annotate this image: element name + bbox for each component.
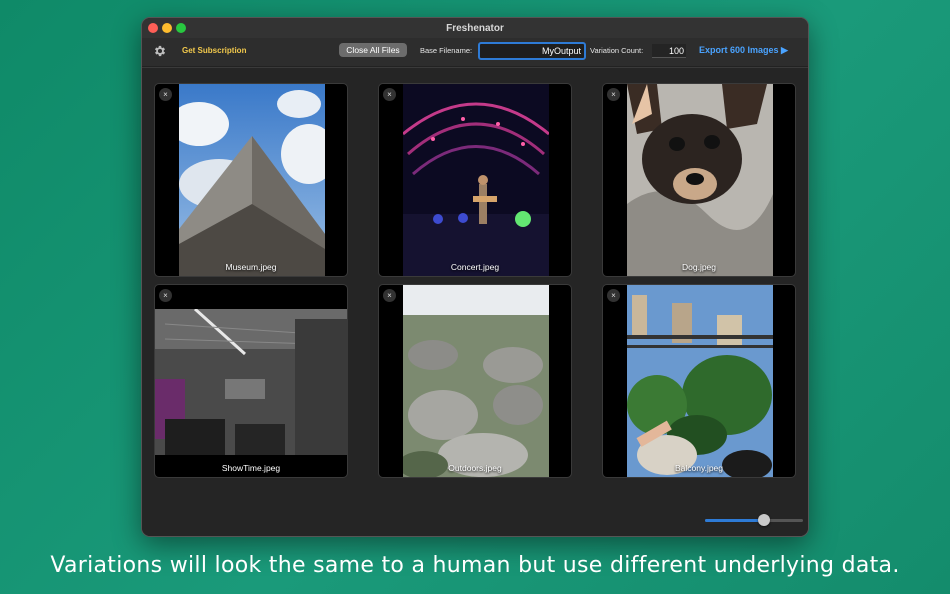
close-all-files-button[interactable]: Close All Files [339, 43, 407, 57]
image-card[interactable]: × Balcony.jpeg [602, 284, 796, 478]
window-title: Freshenator [446, 23, 504, 34]
app-window: Freshenator Get Subscription Close All F… [141, 17, 809, 537]
remove-file-button[interactable]: × [159, 289, 172, 302]
window-close-button[interactable] [148, 23, 158, 33]
window-zoom-button[interactable] [176, 23, 186, 33]
remove-file-button[interactable]: × [607, 289, 620, 302]
file-name-label: Dog.jpeg [681, 262, 717, 272]
image-thumbnail [403, 285, 549, 477]
toolbar: Get Subscription Close All Files Base Fi… [142, 38, 808, 67]
variation-count-label: Variation Count: [590, 46, 644, 55]
image-card[interactable]: × Concert.jpeg [378, 83, 572, 277]
get-subscription-link[interactable]: Get Subscription [182, 46, 246, 55]
window-minimize-button[interactable] [162, 23, 172, 33]
remove-file-button[interactable]: × [383, 289, 396, 302]
image-thumbnail [155, 309, 347, 455]
image-grid: × Museum.jpeg × Concert.jpeg × Dog.jpeg … [142, 67, 808, 536]
gear-icon[interactable] [153, 44, 167, 58]
file-name-label: Balcony.jpeg [674, 463, 724, 473]
zoom-slider[interactable] [705, 514, 803, 526]
remove-file-button[interactable]: × [607, 88, 620, 101]
marketing-caption: Variations will look the same to a human… [50, 553, 900, 578]
remove-file-button[interactable]: × [383, 88, 396, 101]
export-images-button[interactable]: Export 600 Images ▶ [699, 45, 788, 56]
file-name-label: Museum.jpeg [225, 262, 277, 272]
image-thumbnail [627, 285, 773, 477]
base-filename-input[interactable] [478, 42, 586, 60]
remove-file-button[interactable]: × [159, 88, 172, 101]
file-name-label: Outdoors.jpeg [448, 463, 502, 473]
variation-count-input[interactable] [652, 44, 686, 58]
image-thumbnail [627, 84, 773, 276]
image-card[interactable]: × ShowTime.jpeg [154, 284, 348, 478]
title-bar: Freshenator [142, 18, 808, 38]
image-card[interactable]: × Dog.jpeg [602, 83, 796, 277]
file-name-label: Concert.jpeg [450, 262, 500, 272]
image-thumbnail [179, 84, 325, 276]
image-thumbnail [403, 84, 549, 276]
image-card[interactable]: × Museum.jpeg [154, 83, 348, 277]
zoom-slider-thumb[interactable] [757, 514, 770, 526]
image-card[interactable]: × Outdoors.jpeg [378, 284, 572, 478]
base-filename-label: Base Filename: [420, 46, 473, 55]
zoom-slider-fill [705, 519, 764, 522]
file-name-label: ShowTime.jpeg [221, 463, 281, 473]
